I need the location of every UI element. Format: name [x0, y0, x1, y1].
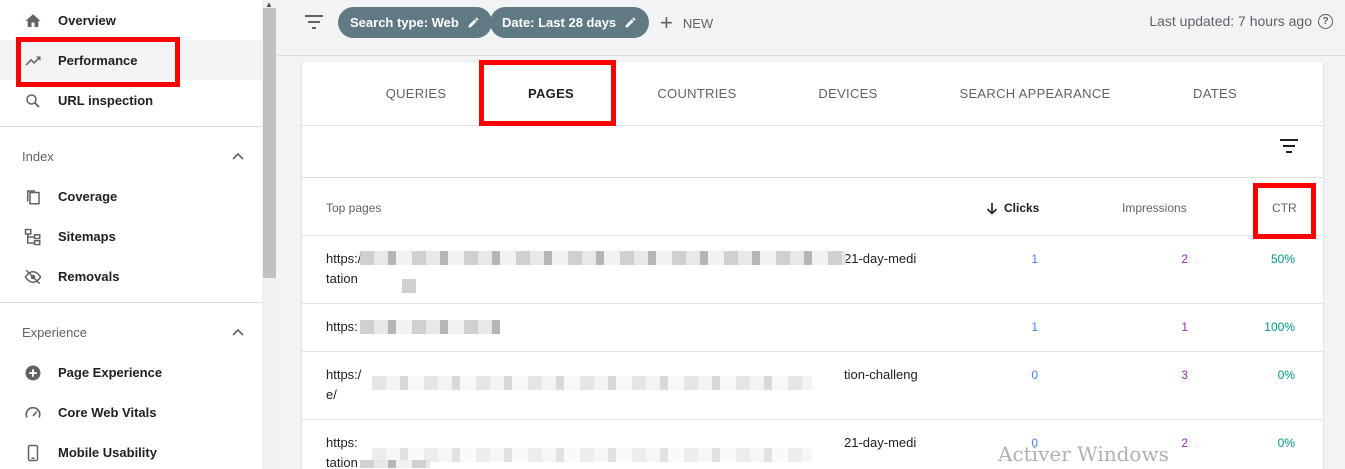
redacted-url-blur: [372, 448, 812, 462]
row-clicks: 0: [1031, 368, 1038, 382]
phone-icon: [27, 444, 39, 462]
column-header-label: Clicks: [1004, 201, 1040, 215]
tab-search-appearance[interactable]: SEARCH APPEARANCE: [945, 62, 1125, 124]
tabs-divider: [302, 125, 1323, 126]
url-start: https:/: [326, 251, 362, 266]
row-ctr: 50%: [1270, 252, 1295, 266]
home-icon: [25, 14, 41, 27]
arrow-down-icon: [986, 202, 998, 215]
tab-label: DEVICES: [818, 85, 878, 101]
sidebar-item-label: Sitemaps: [58, 228, 116, 244]
tab-label: DATES: [1193, 85, 1237, 101]
url-end: 21-day-medi: [844, 435, 917, 450]
copy-icon: [27, 190, 40, 205]
section-title: Experience: [22, 324, 88, 340]
chip-label: Date: Last 28 days: [502, 15, 617, 30]
filter-icon[interactable]: [304, 14, 324, 30]
sidebar-item-removals[interactable]: Removals: [0, 256, 262, 296]
row-impressions: 2: [1181, 252, 1188, 266]
row-divider: [302, 303, 1323, 304]
new-label: NEW: [682, 15, 714, 31]
redacted-url-blur: [360, 251, 846, 265]
date-range-chip[interactable]: Date: Last 28 days: [490, 7, 650, 38]
eye-off-icon: [24, 269, 42, 285]
sidebar-item-label: URL inspection: [58, 92, 154, 108]
sidebar-item-page-experience[interactable]: Page Experience: [0, 352, 262, 392]
plus-circle-icon: [25, 365, 41, 381]
row-clicks: 1: [1031, 252, 1038, 266]
column-header-top-pages: Top pages: [326, 201, 382, 215]
url-start: https:/: [326, 367, 362, 382]
sidebar-item-label: Overview: [58, 12, 116, 28]
redacted-url-blur: [402, 279, 416, 293]
redacted-url-blur: [360, 320, 500, 334]
url-line2: tation: [326, 271, 358, 286]
sidebar-scrollbar-thumb[interactable]: [263, 8, 276, 278]
tab-devices[interactable]: DEVICES: [788, 62, 908, 124]
sidebar-item-overview[interactable]: Overview: [0, 0, 262, 40]
url-line2: tation: [326, 455, 358, 469]
tab-label: COUNTRIES: [657, 85, 737, 101]
redacted-url-blur: [372, 376, 812, 390]
sidebar-item-mobile-usability[interactable]: Mobile Usability: [0, 432, 262, 469]
sitemap-icon: [24, 228, 41, 246]
section-index-header[interactable]: Index: [22, 146, 244, 166]
url-end: 21-day-medi: [844, 251, 917, 266]
topbar-divider: [277, 55, 1345, 56]
tab-label: SEARCH APPEARANCE: [959, 85, 1111, 101]
toolbar-divider: [302, 177, 1323, 178]
sidebar-divider: [0, 302, 262, 303]
chip-label: Search type: Web: [350, 15, 459, 30]
search-type-chip[interactable]: Search type: Web: [338, 7, 492, 38]
chevron-up-icon: [232, 328, 244, 336]
help-icon[interactable]: ?: [1318, 13, 1333, 29]
sidebar-item-label: Removals: [58, 268, 120, 284]
highlight-box-performance: [16, 37, 180, 87]
tab-countries[interactable]: COUNTRIES: [637, 62, 757, 124]
section-title: Index: [22, 148, 54, 164]
tab-label: QUERIES: [385, 85, 447, 101]
last-updated: Last updated: 7 hours ago ?: [1149, 13, 1333, 29]
row-impressions: 3: [1181, 368, 1188, 382]
highlight-box-ctr: [1253, 183, 1316, 239]
sidebar-item-label: Mobile Usability: [58, 444, 157, 460]
url-start: https:: [326, 435, 358, 450]
row-clicks: 1: [1031, 320, 1038, 334]
chevron-up-icon: [232, 152, 244, 160]
search-icon: [26, 94, 40, 108]
new-filter-button[interactable]: + NEW: [660, 12, 713, 34]
sidebar-item-core-web-vitals[interactable]: Core Web Vitals: [0, 392, 262, 432]
row-ctr: 100%: [1264, 320, 1295, 334]
sidebar-divider: [0, 126, 262, 127]
last-updated-text: Last updated: 7 hours ago: [1149, 13, 1312, 29]
url-end: tion-challeng: [844, 367, 918, 382]
column-header-impressions[interactable]: Impressions: [1122, 201, 1187, 215]
section-experience-header[interactable]: Experience: [22, 322, 244, 342]
gauge-icon: [25, 406, 41, 418]
url-line2: e/: [326, 387, 337, 402]
filter-rows-icon[interactable]: [1280, 139, 1298, 153]
sidebar-item-label: Page Experience: [58, 364, 163, 380]
sidebar-item-sitemaps[interactable]: Sitemaps: [0, 216, 262, 256]
highlight-box-pages-tab: [479, 60, 616, 126]
sidebar-item-label: Coverage: [58, 188, 118, 204]
row-impressions: 1: [1181, 320, 1188, 334]
tab-queries[interactable]: QUERIES: [356, 62, 476, 124]
column-header-clicks[interactable]: Clicks: [986, 201, 1039, 215]
pages-table-card: QUERIES PAGES COUNTRIES DEVICES SEARCH A…: [302, 62, 1323, 469]
row-divider: [302, 419, 1323, 420]
tab-dates[interactable]: DATES: [1155, 62, 1275, 124]
windows-activation-watermark: Activer Windows: [998, 442, 1169, 466]
url-start: https:: [326, 319, 358, 334]
pencil-icon[interactable]: [624, 16, 637, 29]
header-divider: [302, 235, 1323, 236]
sidebar-item-coverage[interactable]: Coverage: [0, 176, 262, 216]
row-divider: [302, 351, 1323, 352]
row-ctr: 0%: [1277, 436, 1295, 450]
row-ctr: 0%: [1277, 368, 1295, 382]
plus-icon: +: [660, 10, 673, 35]
pencil-icon[interactable]: [467, 16, 480, 29]
redacted-url-blur: [360, 460, 430, 468]
sidebar-item-label: Core Web Vitals: [58, 404, 157, 420]
